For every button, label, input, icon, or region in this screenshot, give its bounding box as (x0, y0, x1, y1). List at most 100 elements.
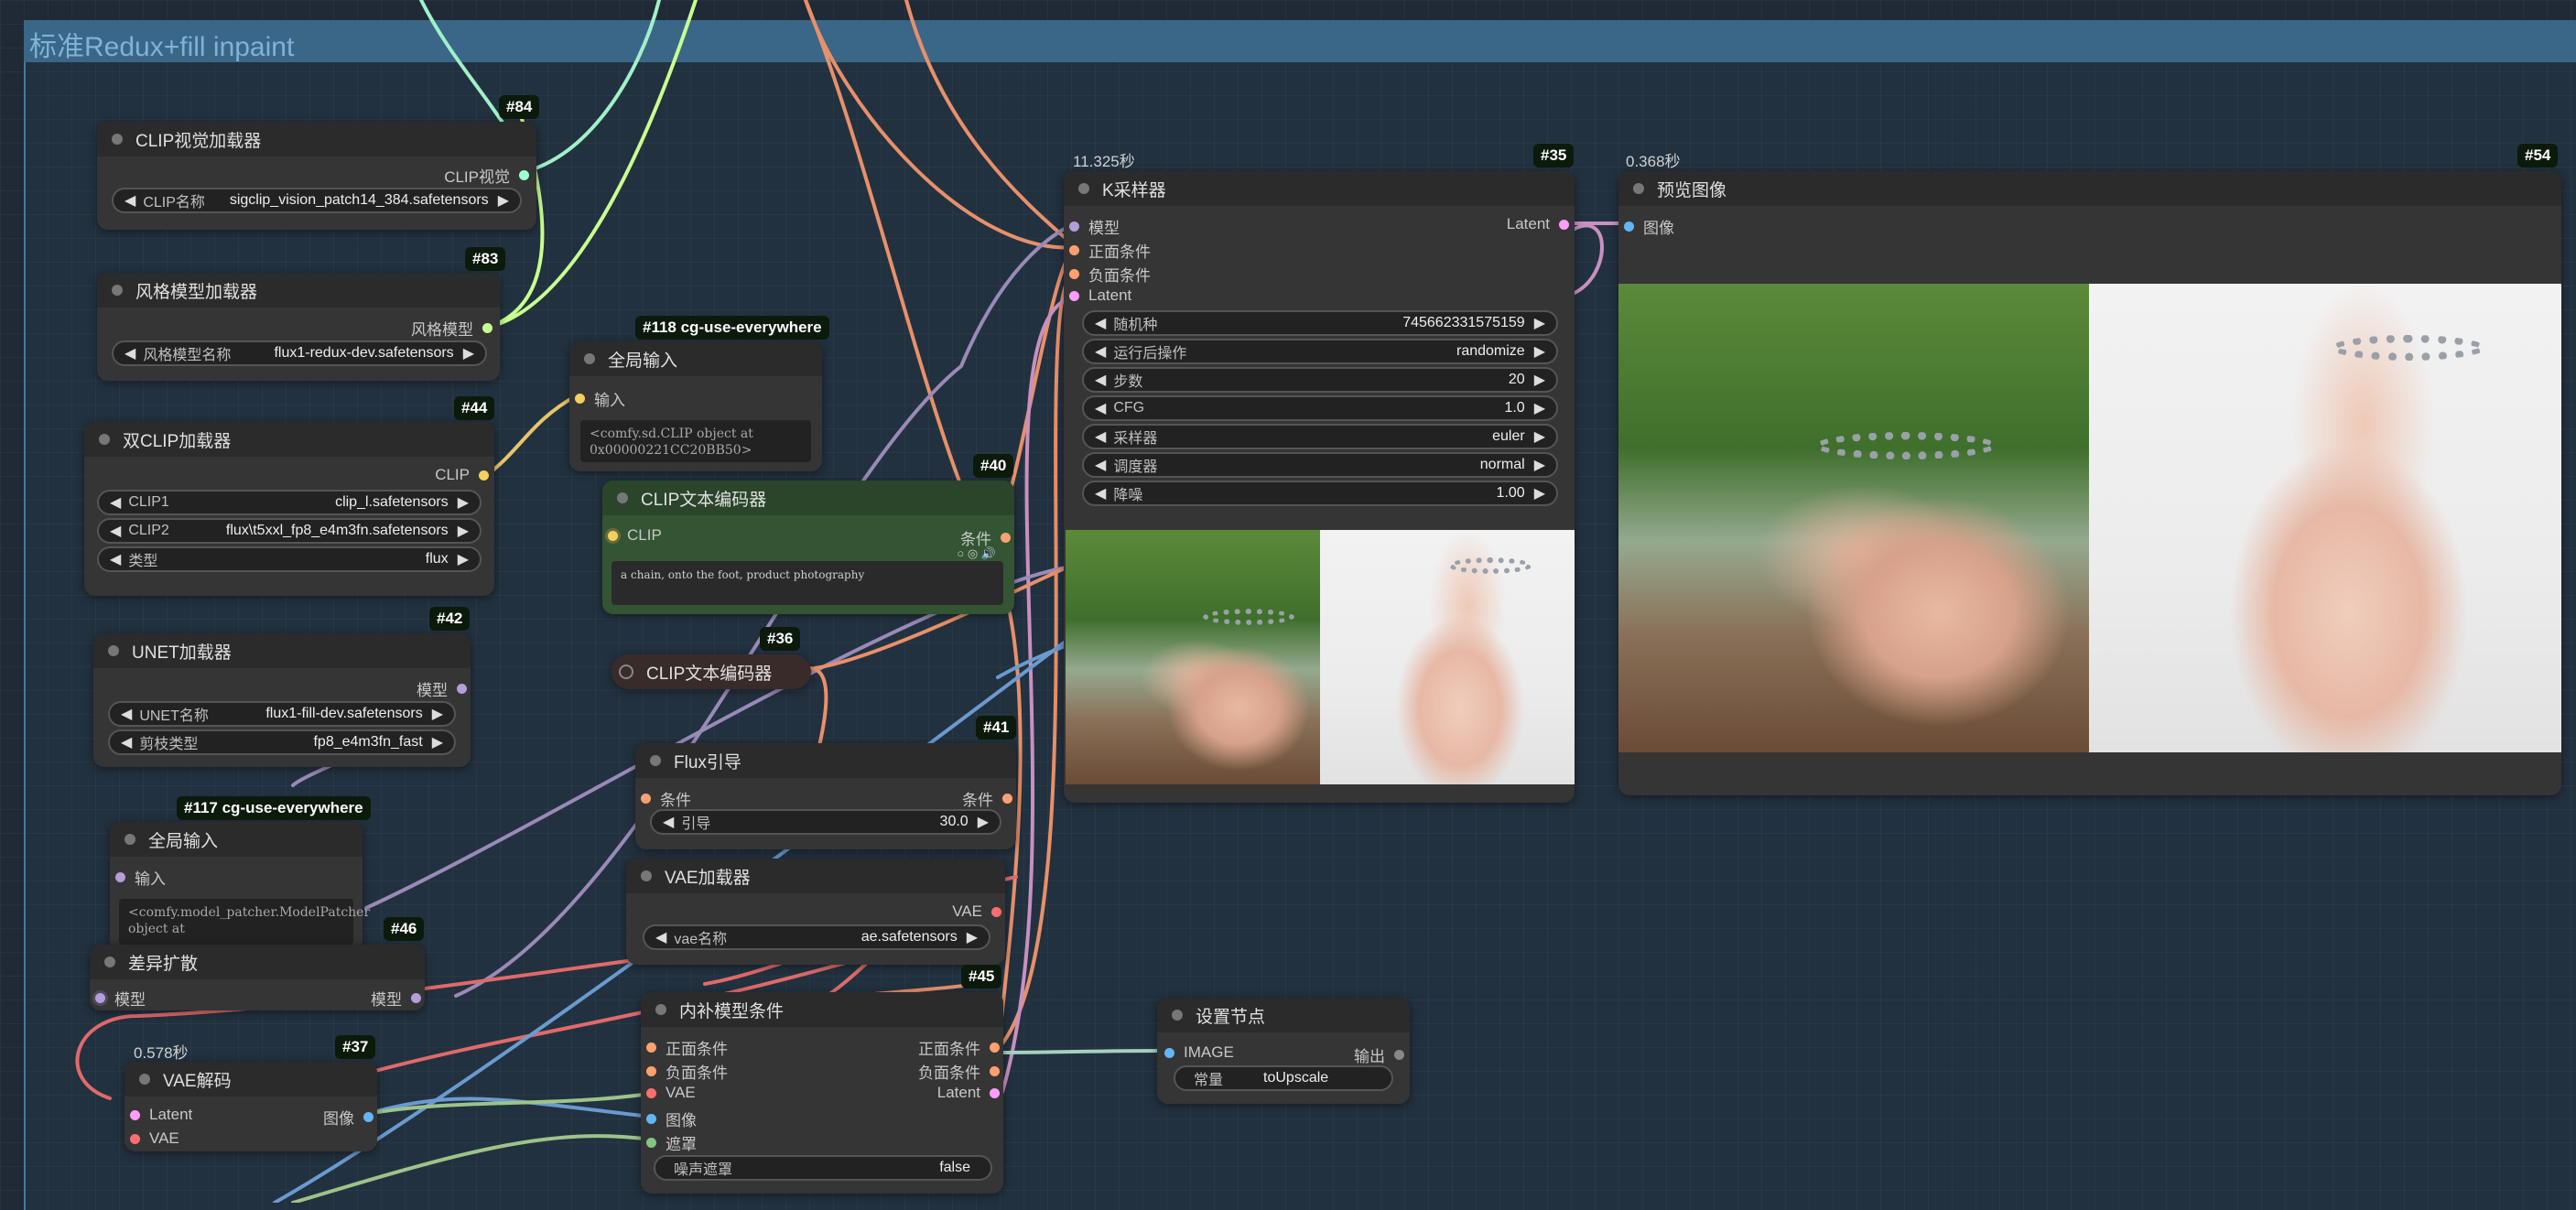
object-text[interactable]: <comfy.model_patcher.ModelPatcher object… (119, 899, 370, 945)
output-latent[interactable]: Latent (937, 1084, 1000, 1102)
arrow-left-icon[interactable]: ◀ (121, 705, 132, 723)
arrow-left-icon[interactable]: ◀ (1095, 399, 1106, 417)
arrow-left-icon[interactable]: ◀ (110, 493, 121, 512)
input-image[interactable]: IMAGE (1164, 1043, 1234, 1062)
node-header[interactable]: CLIP文本编码器 (612, 654, 811, 689)
input-slot[interactable]: 输入 (575, 387, 625, 410)
arrow-right-icon[interactable]: ▶ (967, 928, 978, 946)
collapse-dot-icon[interactable] (1172, 1010, 1183, 1021)
node-header[interactable]: 内补模型条件 (641, 992, 1003, 1027)
input-dot-icon[interactable] (641, 794, 651, 804)
node-header[interactable]: VAE加载器 (626, 859, 1005, 893)
output-dot-icon[interactable] (1001, 533, 1011, 543)
input-dot-icon[interactable] (130, 1109, 140, 1120)
combo-type[interactable]: ◀ 类型 flux ▶ (97, 546, 482, 572)
arrow-right-icon[interactable]: ▶ (458, 522, 469, 540)
input-model[interactable]: 模型 (1069, 215, 1120, 238)
collapse-dot-icon[interactable] (112, 285, 123, 296)
output-image[interactable]: 图像 (323, 1106, 373, 1129)
output-latent[interactable]: Latent (1507, 215, 1569, 233)
input-slot[interactable]: 输入 (115, 866, 166, 889)
arrow-right-icon[interactable]: ▶ (1534, 399, 1545, 417)
input-clip[interactable]: CLIP (608, 526, 662, 545)
preview-image-right[interactable] (2089, 284, 2561, 752)
collapse-dot-icon[interactable] (104, 956, 115, 967)
collapse-dot-icon[interactable] (619, 664, 633, 679)
arrow-right-icon[interactable]: ▶ (1534, 484, 1545, 502)
number-guidance[interactable]: ◀ 引导 30.0 ▶ (650, 809, 1001, 835)
node-header[interactable]: VAE解码 (124, 1062, 377, 1097)
node-unet-loader[interactable]: UNET加载器 模型 ◀ UNET名称 flux1-fill-dev.safeten… (93, 633, 471, 767)
node-header[interactable]: CLIP文本编码器 (602, 481, 1014, 515)
input-dot-icon[interactable] (115, 872, 125, 882)
arrow-right-icon[interactable]: ▶ (432, 733, 443, 751)
toggle-icons[interactable]: ○ ◎ 🔊 (957, 546, 996, 561)
arrow-right-icon[interactable]: ▶ (1534, 456, 1545, 474)
arrow-left-icon[interactable]: ◀ (110, 550, 121, 568)
combo-scheduler[interactable]: ◀ 调度器 normal ▶ (1082, 452, 1558, 478)
output-clip[interactable]: CLIP (435, 466, 489, 484)
collapse-dot-icon[interactable] (655, 1004, 666, 1015)
preview-image-left[interactable] (1618, 284, 2089, 752)
output-cond[interactable]: 条件 (962, 787, 1012, 810)
arrow-left-icon[interactable]: ◀ (1095, 342, 1106, 361)
output-vae[interactable]: VAE (952, 902, 1001, 921)
input-dot-icon[interactable] (1069, 290, 1079, 301)
output-negative[interactable]: 负面条件 (918, 1060, 1000, 1083)
input-positive[interactable]: 正面条件 (1069, 239, 1151, 262)
output-dot-icon[interactable] (1559, 219, 1569, 230)
arrow-right-icon[interactable]: ▶ (458, 550, 469, 568)
node-header[interactable]: 差异扩散 (90, 945, 425, 979)
arrow-right-icon[interactable]: ▶ (432, 705, 443, 723)
combo-weight-dtype[interactable]: ◀ 剪枝类型 fp8_e4m3fn_fast ▶ (108, 729, 456, 755)
input-dot-icon[interactable] (1069, 221, 1079, 232)
collapse-dot-icon[interactable] (650, 755, 661, 766)
arrow-left-icon[interactable]: ◀ (663, 813, 674, 831)
combo-clip1[interactable]: ◀ CLIP1 clip_l.safetensors ▶ (97, 490, 482, 515)
node-clip-vision-loader[interactable]: CLIP视觉加载器 CLIP视觉 ◀ CLIP名称 sigclip_vision_p… (97, 122, 536, 230)
input-mask[interactable]: 遮罩 (646, 1131, 697, 1154)
group-header[interactable] (24, 20, 2576, 62)
number-denoise[interactable]: ◀ 降噪 1.00 ▶ (1082, 481, 1558, 506)
node-ksampler[interactable]: K采样器 模型 正面条件 负面条件 Latent Latent ◀ 随机种 7456… (1064, 171, 1575, 803)
output-dot-icon[interactable] (990, 1087, 1000, 1098)
input-dot-icon[interactable] (646, 1087, 656, 1098)
number-steps[interactable]: ◀ 步数 20 ▶ (1082, 367, 1558, 393)
node-global-input-117[interactable]: 全局输入 输入 <comfy.model_patcher.ModelPatche… (110, 822, 370, 952)
combo-vae-name[interactable]: ◀ vae名称 ae.safetensors ▶ (643, 924, 990, 950)
input-negative[interactable]: 负面条件 (1069, 263, 1151, 286)
node-header[interactable]: 设置节点 (1157, 998, 1410, 1032)
output-positive[interactable]: 正面条件 (918, 1036, 1000, 1059)
output-dot-icon[interactable] (479, 470, 489, 481)
node-header[interactable]: Flux引导 (635, 743, 1016, 778)
node-set-node[interactable]: 设置节点 IMAGE 输出 常量 toUpscale (1157, 998, 1410, 1104)
arrow-left-icon[interactable]: ◀ (655, 928, 666, 946)
node-dual-clip-loader[interactable]: 双CLIP加载器 CLIP ◀ CLIP1 clip_l.safetensors ▶ … (84, 422, 494, 596)
output[interactable]: 输出 (1354, 1043, 1404, 1066)
output-model[interactable]: 模型 (371, 987, 421, 1010)
arrow-right-icon[interactable]: ▶ (978, 813, 989, 831)
collapse-dot-icon[interactable] (108, 645, 119, 656)
arrow-right-icon[interactable]: ▶ (1534, 342, 1545, 361)
input-vae[interactable]: VAE (646, 1084, 696, 1102)
node-preview-image[interactable]: 预览图像 图像 (1618, 171, 2561, 795)
input-model[interactable]: 模型 (95, 987, 146, 1010)
input-dot-icon[interactable] (646, 1114, 656, 1124)
collapse-dot-icon[interactable] (112, 134, 123, 145)
collapse-dot-icon[interactable] (1633, 183, 1644, 194)
output-dot-icon[interactable] (1394, 1050, 1404, 1060)
node-header[interactable]: K采样器 (1064, 171, 1575, 206)
input-positive[interactable]: 正面条件 (646, 1036, 728, 1059)
output-clip-vision[interactable]: CLIP视觉 (444, 164, 529, 187)
combo-unet-name[interactable]: ◀ UNET名称 flux1-fill-dev.safetensors ▶ (108, 701, 456, 727)
node-header[interactable]: 全局输入 (569, 341, 822, 376)
node-clip-text-encoder-40[interactable]: CLIP文本编码器 CLIP 条件 ○ ◎ 🔊 a chain, onto th… (602, 481, 1014, 614)
input-dot-icon[interactable] (646, 1043, 656, 1053)
node-header[interactable]: 双CLIP加载器 (84, 422, 494, 457)
arrow-right-icon[interactable]: ▶ (1534, 427, 1545, 446)
input-latent[interactable]: Latent (1069, 286, 1131, 305)
output-dot-icon[interactable] (363, 1112, 373, 1122)
node-clip-text-encoder-36[interactable]: CLIP文本编码器 (612, 654, 811, 689)
input-dot-icon[interactable] (95, 993, 105, 1003)
input-dot-icon[interactable] (1069, 245, 1079, 255)
